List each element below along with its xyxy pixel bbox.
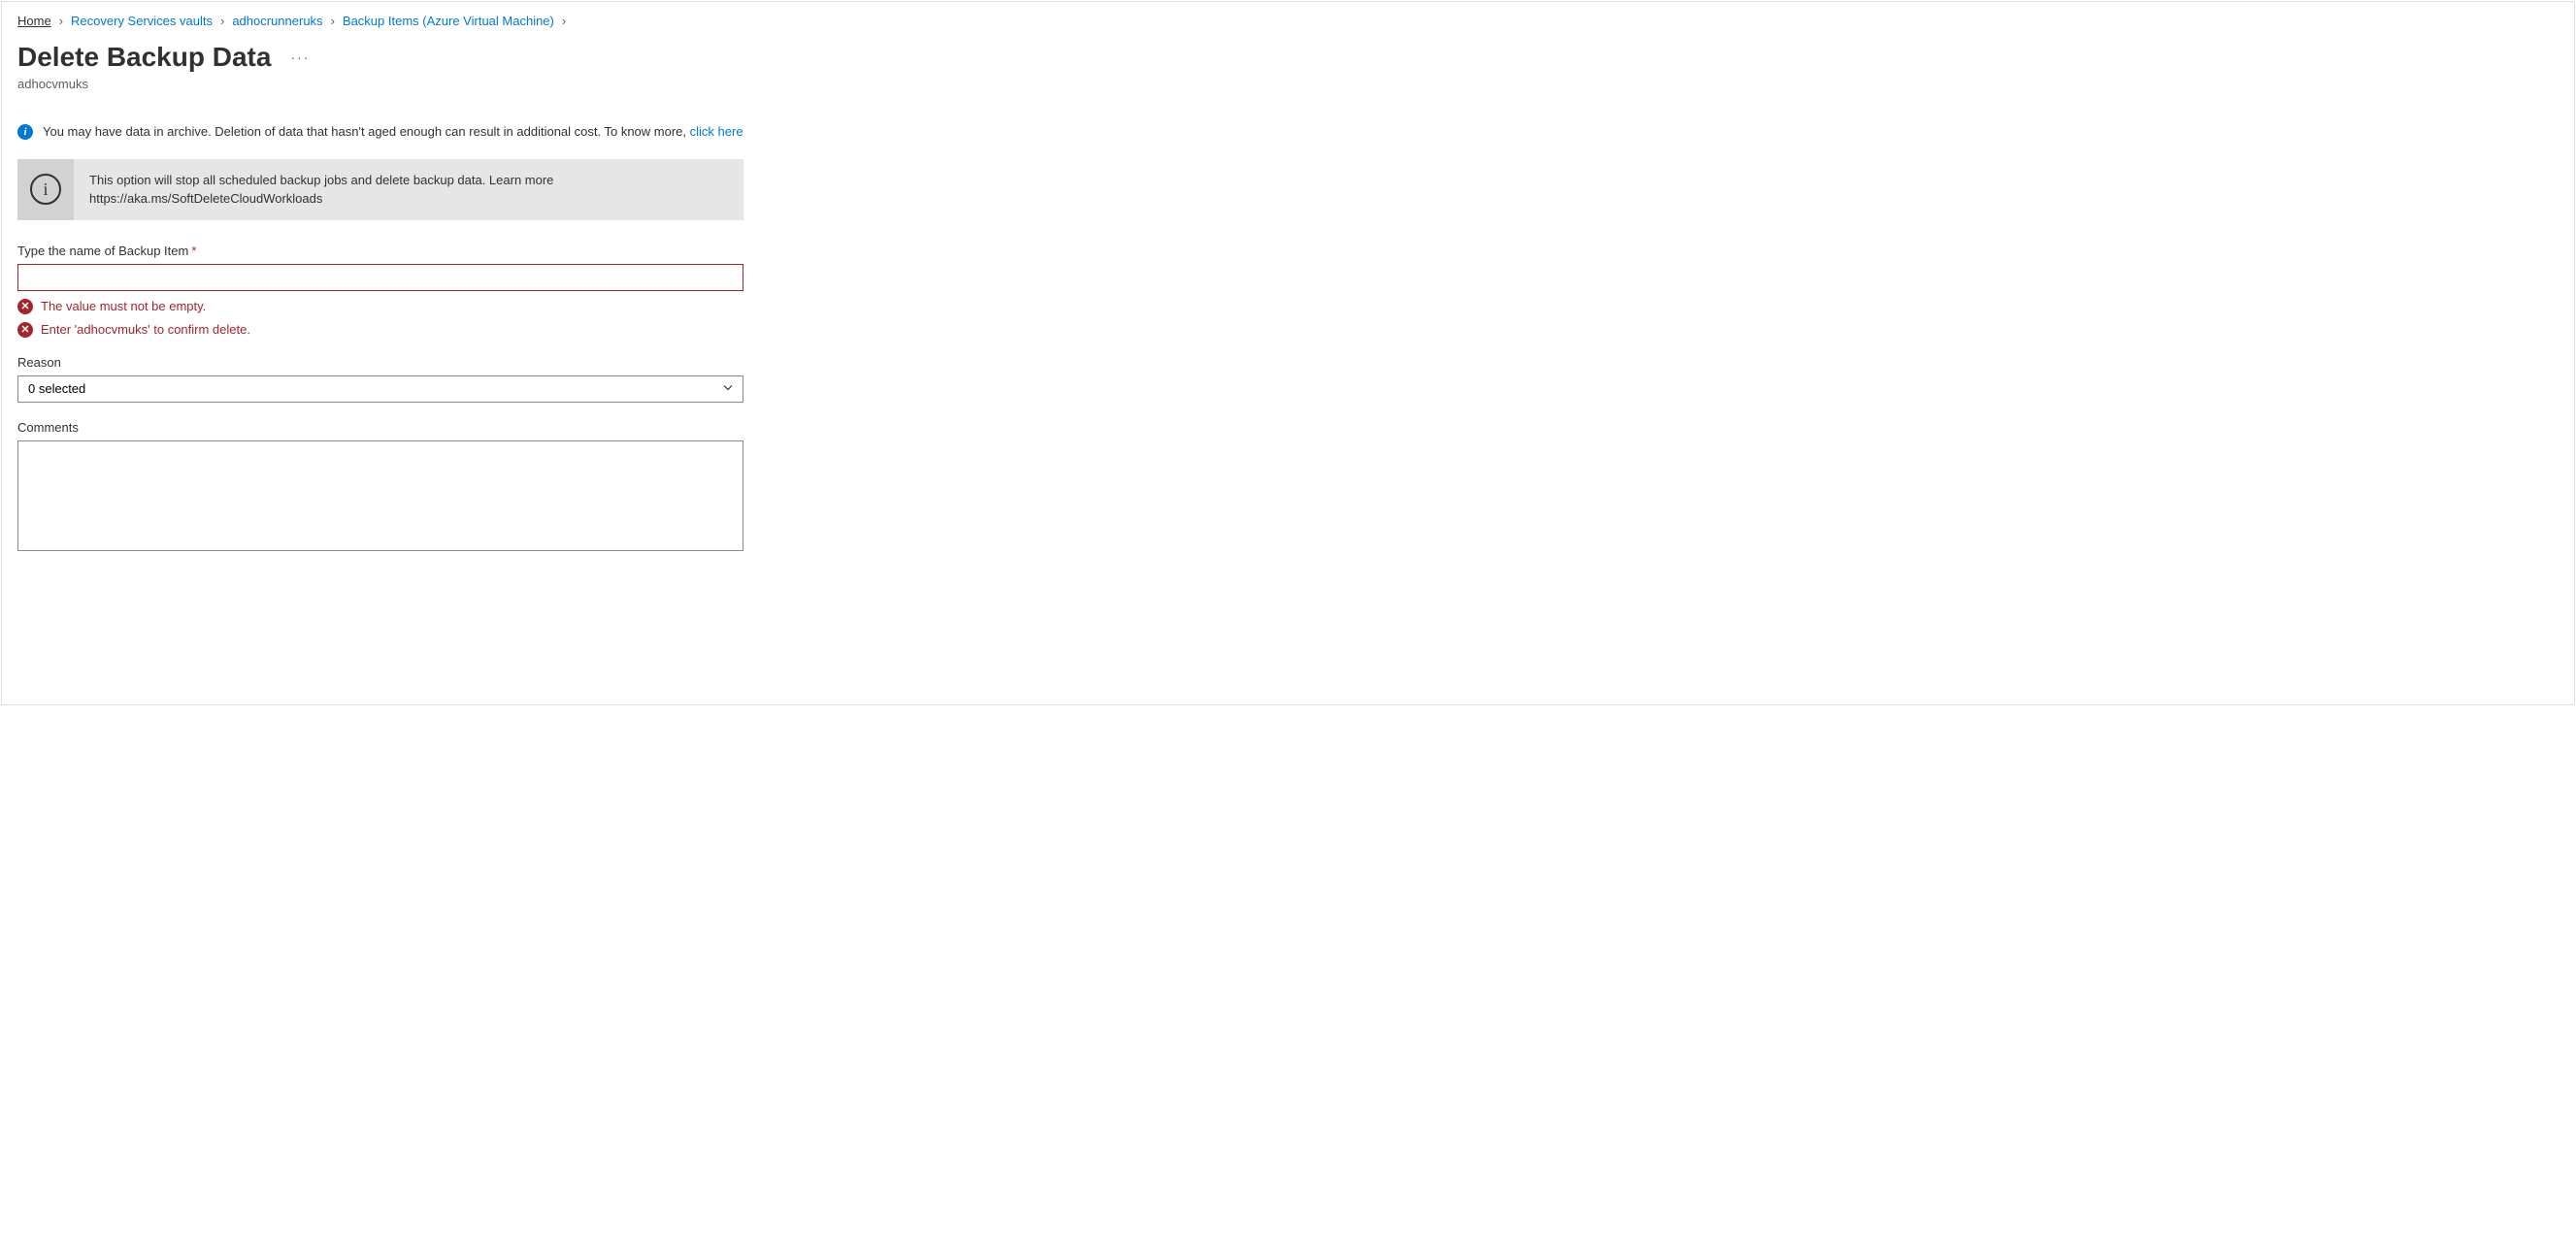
- warning-line2: https://aka.ms/SoftDeleteCloudWorkloads: [89, 189, 553, 209]
- error-empty: ✕ The value must not be empty.: [17, 299, 743, 314]
- chevron-right-icon: ›: [331, 14, 335, 28]
- breadcrumb-backup-items[interactable]: Backup Items (Azure Virtual Machine): [343, 14, 554, 28]
- info-banner: i You may have data in archive. Deletion…: [17, 122, 743, 142]
- name-field-label: Type the name of Backup Item*: [17, 244, 743, 258]
- comments-field-label: Comments: [17, 420, 743, 435]
- error-icon: ✕: [17, 322, 33, 338]
- chevron-right-icon: ›: [59, 14, 63, 28]
- breadcrumb: Home › Recovery Services vaults › adhocr…: [17, 14, 2559, 28]
- warning-line1: This option will stop all scheduled back…: [89, 171, 553, 190]
- more-actions-button[interactable]: ···: [290, 49, 310, 65]
- warning-box: i This option will stop all scheduled ba…: [17, 159, 743, 220]
- error-icon: ✕: [17, 299, 33, 314]
- chevron-right-icon: ›: [220, 14, 224, 28]
- reason-select[interactable]: 0 selected: [17, 375, 743, 403]
- breadcrumb-home[interactable]: Home: [17, 14, 51, 28]
- comments-textarea[interactable]: [17, 440, 743, 551]
- info-circle-icon: i: [30, 174, 61, 205]
- error-confirm: ✕ Enter 'adhocvmuks' to confirm delete.: [17, 322, 743, 338]
- info-icon: i: [17, 124, 33, 140]
- info-link[interactable]: click here: [690, 124, 743, 139]
- breadcrumb-runner[interactable]: adhocrunneruks: [232, 14, 322, 28]
- page-subtitle: adhocvmuks: [17, 77, 2559, 91]
- info-text: You may have data in archive. Deletion o…: [43, 124, 690, 139]
- reason-field-label: Reason: [17, 355, 743, 370]
- chevron-right-icon: ›: [562, 14, 566, 28]
- breadcrumb-vaults[interactable]: Recovery Services vaults: [71, 14, 213, 28]
- page-title: Delete Backup Data: [17, 42, 271, 73]
- backup-item-name-input[interactable]: [17, 264, 743, 291]
